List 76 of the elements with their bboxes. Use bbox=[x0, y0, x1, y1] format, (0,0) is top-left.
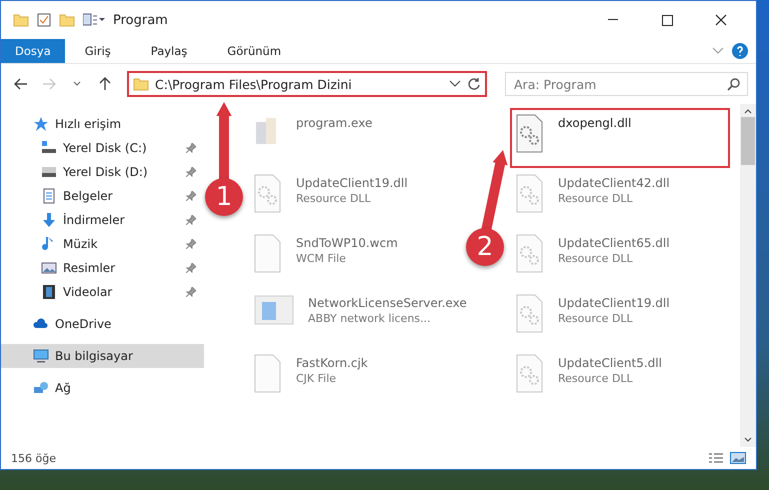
help-icon[interactable] bbox=[732, 43, 748, 59]
sidebar-item[interactable]: Yerel Disk (D:) bbox=[1, 160, 204, 184]
computer-icon bbox=[33, 348, 49, 364]
gear-file-icon bbox=[516, 114, 544, 154]
ribbon-tab[interactable]: Paylaş bbox=[130, 39, 208, 63]
gear-file-icon bbox=[254, 174, 282, 214]
pin-icon[interactable] bbox=[186, 263, 196, 273]
forward-arrow-icon bbox=[42, 78, 56, 90]
file-item[interactable]: UpdateClient19.dll Resource DLL bbox=[248, 168, 414, 228]
pin-icon[interactable] bbox=[186, 167, 196, 177]
close-icon bbox=[715, 14, 727, 26]
gear-file-icon bbox=[516, 354, 544, 394]
window-title: Program bbox=[113, 12, 168, 28]
sidebar-item[interactable]: Ağ bbox=[1, 376, 204, 400]
scroll-thumb[interactable] bbox=[741, 117, 755, 165]
file-item[interactable]: dxopengl.dll bbox=[510, 108, 730, 168]
item-count: 156 öğe bbox=[11, 452, 57, 464]
scroll-down-icon[interactable] bbox=[744, 436, 752, 444]
gear-file-icon bbox=[516, 234, 544, 274]
folder-icon bbox=[133, 77, 149, 91]
gear-file-icon bbox=[516, 294, 544, 334]
file-item[interactable]: program.exe bbox=[248, 108, 378, 168]
pin-icon[interactable] bbox=[186, 143, 196, 153]
new-folder-icon bbox=[59, 13, 75, 27]
ribbon-tab[interactable]: Görünüm bbox=[207, 39, 302, 63]
star-icon bbox=[33, 116, 49, 132]
chevron-down-icon[interactable] bbox=[449, 80, 461, 88]
window-icon bbox=[254, 294, 294, 326]
file-item[interactable]: UpdateClient19.dll Resource DLL bbox=[510, 288, 676, 348]
file-item[interactable]: SndToWP10.wcm WCM File bbox=[248, 228, 404, 288]
sidebar-item[interactable]: Yerel Disk (C:) bbox=[1, 136, 204, 160]
search-icon bbox=[727, 78, 740, 91]
customize-toolbar-icon[interactable] bbox=[83, 13, 105, 27]
maximize-icon bbox=[662, 14, 672, 26]
sidebar-item[interactable]: İndirmeler bbox=[1, 208, 204, 232]
back-arrow-icon bbox=[14, 78, 28, 90]
ribbon-tab[interactable]: Dosya bbox=[1, 39, 65, 63]
file-item[interactable]: NetworkLicenseServer.exe ABBY network licens... bbox=[248, 288, 473, 348]
download-arrow-icon bbox=[41, 212, 57, 228]
chevron-down-icon bbox=[73, 81, 81, 87]
blank-file-icon bbox=[254, 234, 282, 274]
properties-icon[interactable] bbox=[37, 13, 51, 27]
pin-icon[interactable] bbox=[186, 215, 196, 225]
sidebar-item[interactable]: OneDrive bbox=[1, 312, 204, 336]
pin-icon[interactable] bbox=[186, 239, 196, 249]
pin-icon[interactable] bbox=[186, 287, 196, 297]
sidebar-item[interactable]: Belgeler bbox=[1, 184, 204, 208]
scrollbar[interactable] bbox=[740, 104, 756, 447]
sidebar-item[interactable]: Resimler bbox=[1, 256, 204, 280]
picture-icon bbox=[41, 260, 57, 276]
file-item[interactable]: UpdateClient5.dll Resource DLL bbox=[510, 348, 668, 408]
refresh-icon[interactable] bbox=[467, 77, 481, 91]
film-icon bbox=[41, 284, 57, 300]
pin-icon[interactable] bbox=[186, 191, 196, 201]
ribbon-tab[interactable]: Giriş bbox=[64, 39, 131, 63]
sidebar-item[interactable]: Hızlı erişim bbox=[1, 112, 204, 136]
file-item[interactable]: UpdateClient65.dll Resource DLL bbox=[510, 228, 676, 288]
large-icons-view-icon[interactable] bbox=[730, 452, 746, 464]
sidebar-item[interactable]: Videolar bbox=[1, 280, 204, 304]
sidebar-item[interactable]: Bu bilgisayar bbox=[1, 344, 204, 368]
details-view-icon[interactable] bbox=[708, 452, 724, 464]
drive-icon bbox=[41, 164, 57, 180]
file-item[interactable]: FastKorn.cjk CJK File bbox=[248, 348, 374, 408]
gear-file-icon bbox=[516, 174, 544, 214]
up-arrow-icon bbox=[99, 77, 111, 91]
scroll-up-icon[interactable] bbox=[744, 107, 752, 115]
document-icon bbox=[41, 188, 57, 204]
blank-file-icon bbox=[254, 354, 282, 394]
folder-icon bbox=[13, 13, 29, 27]
drive-icon bbox=[41, 140, 57, 156]
file-item[interactable]: UpdateClient42.dll Resource DLL bbox=[510, 168, 676, 228]
address-bar[interactable]: C:\Program Files\Program Dizini bbox=[127, 71, 487, 97]
network-icon bbox=[33, 380, 49, 396]
minimize-icon bbox=[608, 19, 618, 21]
search-field[interactable]: Ara: Program bbox=[505, 72, 748, 96]
sidebar-item[interactable]: Müzik bbox=[1, 232, 204, 256]
